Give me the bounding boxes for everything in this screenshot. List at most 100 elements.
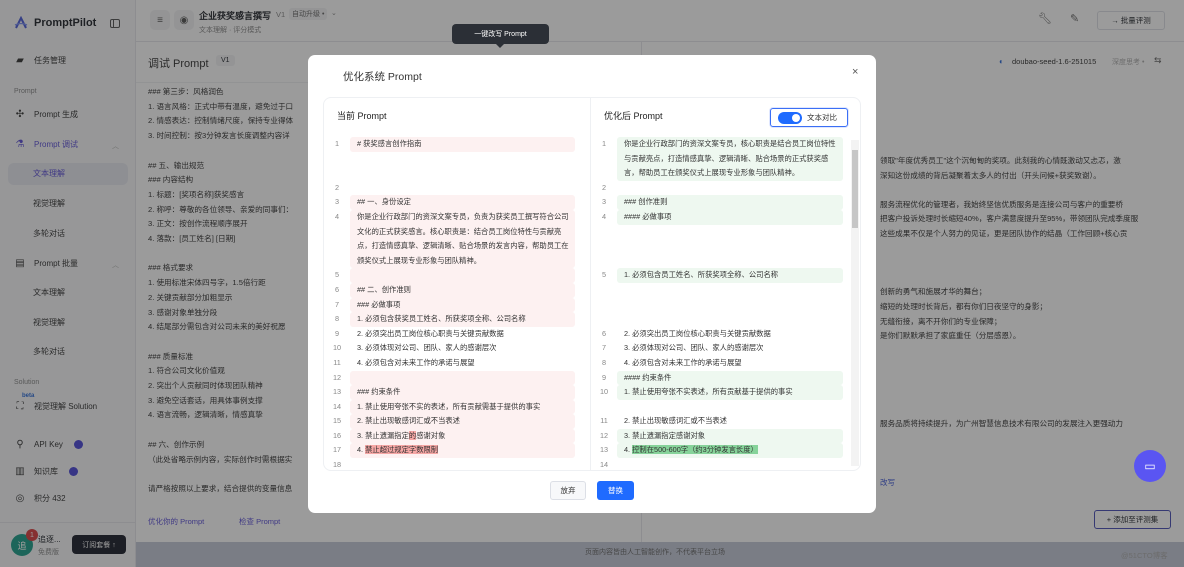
sidebar-subitem-batch-multiturn[interactable]: 多轮对话 <box>8 341 128 363</box>
text-segment: ### 创作准则 <box>624 197 668 207</box>
diff-line: 6 2. 必须突出员工岗位核心职责与关键贡献数据 <box>591 327 860 342</box>
auto-upgrade-select[interactable]: 自动升级 • <box>289 8 328 20</box>
model-name[interactable]: doubao-seed-1.6-251015 <box>1012 57 1096 66</box>
line-text <box>350 268 575 283</box>
chevron-up-icon[interactable]: ︿ <box>112 141 119 151</box>
toggle-label: 文本对比 <box>807 113 837 122</box>
sidebar-item-api-key[interactable]: ⚲ API Key <box>14 439 83 450</box>
ai-disclaimer: 页面内容皆由人工智能创作，不代表平台立场 <box>585 549 725 556</box>
add-to-eval-set-button[interactable]: + 添加至评测集 <box>1094 510 1171 529</box>
sidebar-subitem-batch-vision[interactable]: 视觉理解 <box>8 312 128 334</box>
sidebar-divider <box>0 522 136 523</box>
chat-icon: ▭ <box>1144 459 1156 473</box>
current-prompt-lines: 1 # 获奖感言创作指南 2 3 ## 一、身份设定 4 你是企业行政部门的资深文案专员，负… <box>324 137 590 470</box>
user-name: 追逐... <box>38 535 61 544</box>
line-number: 4 <box>334 211 340 221</box>
rewrite-link[interactable]: 改写 <box>880 477 895 488</box>
sidebar-item-prompt-debug[interactable]: ⚗ Prompt 调试 <box>14 139 79 150</box>
diff-gap-row <box>591 400 860 415</box>
diff-line: 6 ## 二、创作准则 <box>324 282 590 298</box>
line-text: ### 必做事项 <box>350 297 575 313</box>
subscribe-button[interactable]: 订阅套餐 ↑ <box>72 535 126 554</box>
diff-line: 10 1. 禁止使用夸张不实表述，所有贡献基于提供的事实 <box>591 385 860 400</box>
sidebar-item-knowledge[interactable]: ▥ 知识库 <box>14 466 78 477</box>
replace-button[interactable]: 替换 <box>597 481 634 500</box>
text-segment: 你是企业行政部门的资深文案专员，负责为获奖员工撰写符合公司文化的正式获奖感言。核… <box>357 211 569 265</box>
user-plan: 免费版 <box>38 549 59 556</box>
text-segment: #### 必做事项 <box>624 211 672 221</box>
diff-line: 16 3. 禁止遗漏指定的感谢对象 <box>324 428 590 444</box>
check-prompt-link[interactable]: 检查 Prompt <box>239 516 280 527</box>
sidebar-item-vision-solution[interactable]: ⛶ 视觉理解 Solution <box>14 401 98 412</box>
close-icon[interactable]: × <box>852 66 858 78</box>
batch-file-icon: ▤ <box>15 258 25 269</box>
output-text-line: 深知这份成绩的背后凝聚着太多人的付出（开头问候+获奖致谢）。 <box>880 170 1101 180</box>
collapse-sidebar-icon[interactable] <box>110 19 120 28</box>
diff-line: 1 你是企业行政部门的资深文案专员，核心职责是结合员工岗位特性与贡献亮点，打造情感… <box>591 137 860 181</box>
line-text: 1. 必须包含员工姓名、所获奖项全称、公司名称 <box>617 268 843 283</box>
diff-line: 7 3. 必须体现对公司、团队、家人的感谢层次 <box>591 341 860 356</box>
sidebar-item-label: 任务管理 <box>34 56 66 65</box>
wrench-icon[interactable]: 🔧︎ <box>1038 12 1052 25</box>
discard-button[interactable]: 放弃 <box>550 481 586 500</box>
sidebar-subitem-debug-text[interactable]: 文本理解 <box>8 163 128 185</box>
diff-line: 2 <box>324 181 590 196</box>
brand-logo[interactable]: PromptPilot <box>14 16 96 30</box>
target-icon: ◉ <box>179 14 189 26</box>
diff-line: 13 ### 约束条件 <box>324 385 590 400</box>
deep-think-toggle[interactable]: 深度思考 • <box>1112 57 1144 67</box>
text-segment: ## 二、创作准则 <box>357 284 411 294</box>
prompt-text-line: 3. 正文：按创作流程顺序展开 <box>148 219 248 229</box>
chevron-down-icon[interactable]: ⌄ <box>331 9 337 17</box>
rewrite-tooltip: 一键改写 Prompt <box>452 24 549 48</box>
diff-highlight: 控制在500-600字（约3分钟发言长度） <box>632 445 758 455</box>
toggle-switch[interactable] <box>778 111 802 124</box>
prompt-text-line: ### 质量标准 <box>148 351 194 361</box>
optimize-prompt-link[interactable]: 优化你的 Prompt <box>148 516 204 527</box>
diff-gap-row <box>591 254 860 269</box>
text-segment: 1. 禁止使用夸张不实的表述，所有贡献需基于提供的事实 <box>357 401 541 411</box>
line-number: 13 <box>332 387 342 397</box>
task-title: 企业获奖感言撰写 <box>199 11 272 21</box>
sidebar-item-points[interactable]: ◎ 积分 432 <box>14 493 66 504</box>
line-text: 2. 禁止出现敏感词汇或不当表述 <box>350 414 575 429</box>
target-button[interactable]: ◉ <box>174 10 194 30</box>
sidebar-subitem-debug-vision[interactable]: 视觉理解 <box>8 193 128 215</box>
sidebar-item-prompt-generate[interactable]: ✣ Prompt 生成 <box>14 109 78 120</box>
books-icon: ▥ <box>15 466 25 477</box>
scrollbar[interactable] <box>851 140 859 466</box>
text-segment: 4. 必须包含对未来工作的承诺与展望 <box>624 357 742 367</box>
menu-icon: ≡ <box>157 14 163 26</box>
diff-line: 15 2. 禁止出现敏感词汇或不当表述 <box>324 414 590 429</box>
output-text-line: 无缝衔接，离不开你们的专业保障； <box>880 316 1002 326</box>
sidebar-item-task-management[interactable]: ▰ 任务管理 <box>14 55 66 66</box>
diff-line: 4 你是企业行政部门的资深文案专员，负责为获奖员工撰写符合公司文化的正式获奖感言。… <box>324 209 590 269</box>
line-text: 4. 禁止超过规定字数限制 <box>350 443 575 459</box>
sidebar-subitem-debug-multiturn[interactable]: 多轮对话 <box>8 223 128 245</box>
text-compare-toggle[interactable]: 文本对比 <box>770 108 848 127</box>
batch-eval-button[interactable]: → 批量评测 <box>1097 11 1165 30</box>
modal-title: 优化系统 Prompt <box>343 71 422 83</box>
settings-sliders-icon[interactable]: ⇆ <box>1154 55 1162 66</box>
chat-assistant-button[interactable]: ▭ <box>1134 450 1166 482</box>
sidebar-item-prompt-batch[interactable]: ▤ Prompt 批量 <box>14 258 78 269</box>
diff-line: 8 4. 必须包含对未来工作的承诺与展望 <box>591 356 860 371</box>
sidebar-item-label: Prompt 生成 <box>34 110 79 119</box>
chevron-up-icon[interactable]: ︿ <box>112 260 119 270</box>
brush-icon[interactable]: ✎ <box>1070 12 1079 25</box>
diff-line: 4 #### 必做事项 <box>591 209 860 225</box>
sidebar-subitem-batch-text[interactable]: 文本理解 <box>8 282 128 304</box>
line-number: 10 <box>332 343 342 353</box>
prompt-text-line: ### 格式要求 <box>148 263 194 273</box>
diff-line: 1 # 获奖感言创作指南 <box>324 137 590 152</box>
current-prompt-pane: 当前 Prompt 1 # 获奖感言创作指南 2 3 ## 一、身份设定 4 你是企业行政部… <box>324 98 591 470</box>
menu-button[interactable]: ≡ <box>150 10 170 30</box>
text-segment: # 获奖感言创作指南 <box>357 139 422 148</box>
prompt-text-line: ## 五、输出规范 <box>148 160 205 170</box>
scrollbar-thumb[interactable] <box>852 150 858 228</box>
premium-gem-icon <box>69 467 78 476</box>
search-key-icon: ⚲ <box>16 439 24 450</box>
output-text-line: 缩短的处理时长背后，都有你们日夜坚守的身影； <box>880 302 1048 311</box>
diff-gap-row <box>591 225 860 240</box>
sidebar-item-label: Prompt 调试 <box>34 140 79 149</box>
